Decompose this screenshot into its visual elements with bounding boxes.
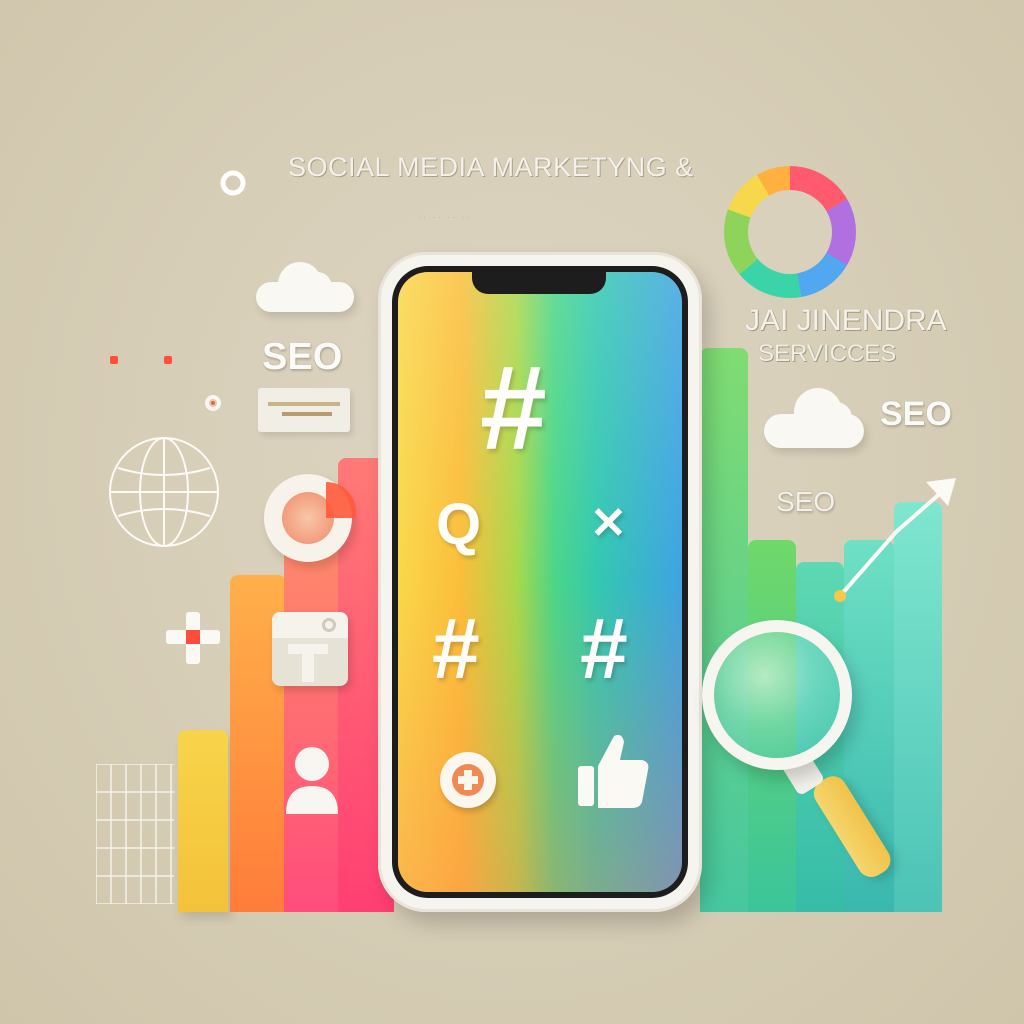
seo-label-left: SEO	[262, 336, 343, 378]
document-card	[258, 388, 350, 432]
bar-yellow	[178, 730, 228, 912]
search-q-icon[interactable]: Q	[436, 496, 481, 554]
globe-icon	[109, 437, 219, 547]
seo-label-middle: SEO	[776, 486, 836, 517]
plus-icon	[166, 612, 220, 664]
brand-name: JAI JINENDRA	[745, 304, 947, 337]
hashtag-icon-2[interactable]: #	[432, 606, 480, 692]
bar-pink-1	[284, 540, 344, 912]
hashtag-icon[interactable]: #	[480, 348, 547, 468]
red-dot	[110, 356, 118, 364]
thumbs-up-icon[interactable]	[576, 730, 652, 810]
sparkle-icon[interactable]: ✕	[590, 502, 627, 546]
seo-label-right: SEO	[880, 395, 952, 433]
red-dot-2	[164, 356, 172, 364]
phone-notch	[472, 268, 606, 294]
add-circle-icon[interactable]	[440, 752, 496, 808]
small-ring-icon	[205, 395, 221, 411]
camera-app-icon	[272, 612, 348, 686]
headline: SOCIAL MEDIA MARKETYNG &	[288, 152, 694, 182]
hashtag-icon-3[interactable]: #	[580, 606, 628, 692]
target-circle-icon	[264, 474, 356, 562]
trend-arrow-icon	[834, 478, 956, 602]
brand-subtitle: SERVICCES	[758, 340, 897, 367]
grid-pattern	[96, 764, 174, 904]
ring-icon	[220, 170, 246, 196]
user-avatar-icon	[286, 747, 338, 814]
magnifier-icon	[702, 620, 852, 770]
donut-chart-icon	[724, 166, 856, 298]
cloud-icon	[256, 262, 354, 312]
cloud-icon-right	[764, 388, 864, 448]
sub-caption: ·· ·· ·· ··	[418, 212, 472, 222]
